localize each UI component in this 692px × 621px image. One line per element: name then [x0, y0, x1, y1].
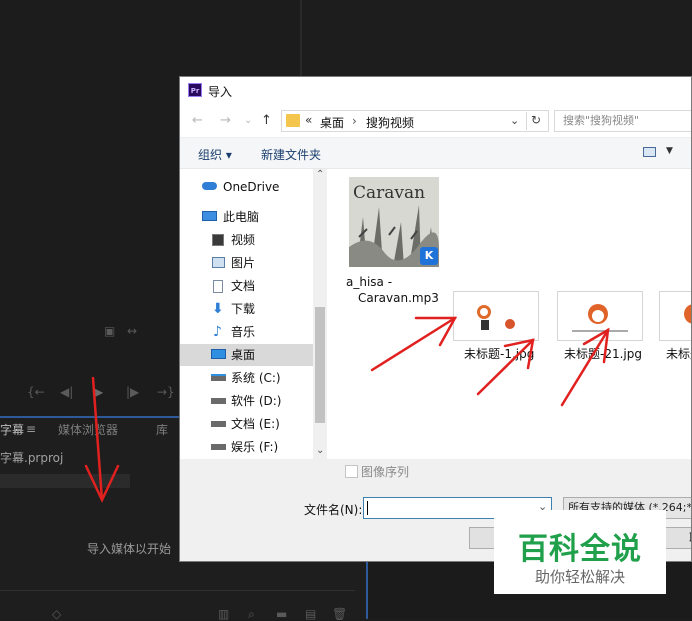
watermark-main-text: 百科全说 — [518, 532, 642, 567]
arrow-3 — [560, 328, 610, 407]
arrow-2 — [476, 338, 535, 396]
watermark: 百科全说 助你轻松解决 — [494, 510, 666, 594]
watermark-sub-text: 助你轻松解决 — [534, 568, 625, 586]
arrow-1 — [370, 316, 457, 372]
